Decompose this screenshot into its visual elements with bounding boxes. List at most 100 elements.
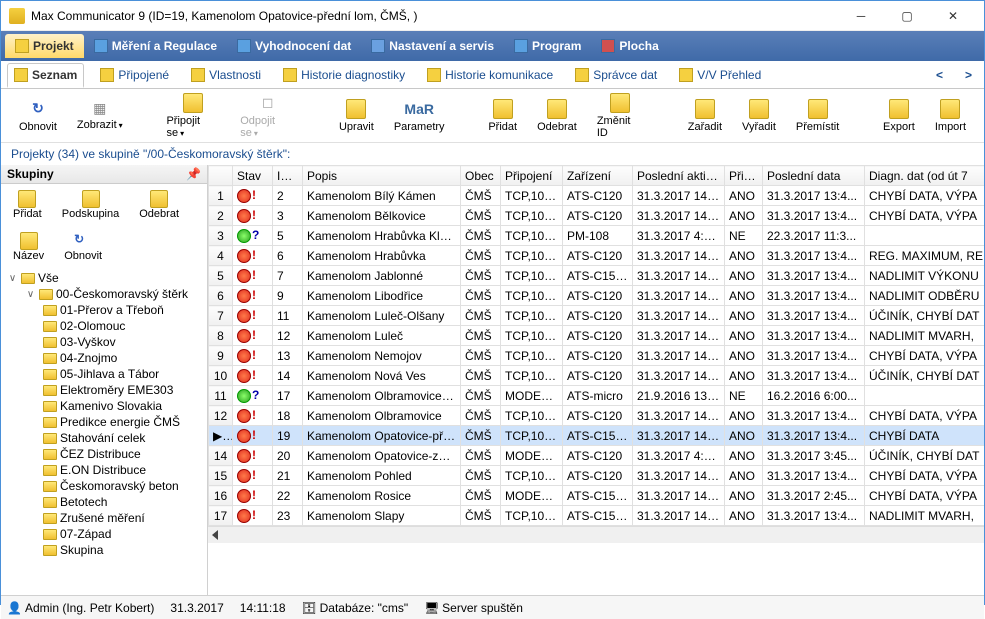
table-row[interactable]: 14!20Kamenolom Opatovice-zadní...ČMŠMODE… — [209, 446, 985, 466]
tree-item[interactable]: Českomoravský beton — [3, 478, 205, 494]
nav-prev[interactable]: < — [930, 68, 949, 82]
btn-zaradit[interactable]: Zařadit — [678, 97, 732, 135]
btn-vyradit[interactable]: Vyřadit — [732, 97, 786, 135]
status-face-icon — [237, 369, 251, 383]
tree-item[interactable]: 02-Olomouc — [3, 318, 205, 334]
tree-item[interactable]: Zrušené měření — [3, 510, 205, 526]
db-icon: 🗄 — [302, 601, 316, 615]
btn-upravit[interactable]: Upravit — [329, 97, 384, 135]
tree-item[interactable]: Betotech — [3, 494, 205, 510]
tab-vv[interactable]: V/V Přehled — [673, 64, 767, 86]
minimize-button[interactable]: ─ — [838, 1, 884, 31]
tab-seznam[interactable]: Seznam — [7, 63, 84, 88]
col-popis[interactable]: Popis — [303, 166, 461, 186]
btn-odebrat[interactable]: Odebrat — [527, 97, 587, 135]
table-row[interactable]: 1!2Kamenolom Bílý KámenČMŠTCP,10.2...ATS… — [209, 186, 985, 206]
tree-item[interactable]: 07-Západ — [3, 526, 205, 542]
folder-icon — [43, 465, 57, 476]
id-icon — [610, 93, 630, 113]
projects-label: Projekty (34) ve skupině "/00-Českomorav… — [1, 143, 984, 165]
btn-zmenit[interactable]: Změnit ID — [587, 91, 654, 141]
status-face-icon — [237, 249, 251, 263]
table-row[interactable]: 12!18Kamenolom OlbramoviceČMŠTCP,10.7...… — [209, 406, 985, 426]
side-btn-obnovit[interactable]: Obnovit — [56, 230, 110, 264]
side-btn-podskupina[interactable]: Podskupina — [54, 188, 128, 222]
table-row[interactable]: 6!9Kamenolom LibodřiceČMŠTCP,10.2...ATS-… — [209, 286, 985, 306]
table-row[interactable]: 16!22Kamenolom RosiceČMŠMODEM,0...ATS-C1… — [209, 486, 985, 506]
tree-item[interactable]: E.ON Distribuce — [3, 462, 205, 478]
scroll-left-icon[interactable] — [212, 530, 218, 540]
btn-obnovit[interactable]: Obnovit — [9, 97, 67, 135]
btn-parametry[interactable]: MaRParametry — [384, 97, 455, 135]
folder-icon — [43, 401, 57, 412]
tab-pripojene[interactable]: Připojené — [94, 64, 175, 86]
btn-export[interactable]: Export — [873, 97, 925, 135]
btn-premistit[interactable]: Přemístit — [786, 97, 849, 135]
table-row[interactable]: 8!12Kamenolom LulečČMŠTCP,10.2...ATS-C12… — [209, 326, 985, 346]
data-grid[interactable]: Stav ID ▼ Popis Obec Připojení Zařízení … — [208, 165, 984, 595]
col-id[interactable]: ID ▼ — [273, 166, 303, 186]
doc-icon — [427, 68, 441, 82]
col-data[interactable]: Poslední data — [763, 166, 865, 186]
tab-historie-diag[interactable]: Historie diagnostiky — [277, 64, 411, 86]
table-row[interactable]: 5!7Kamenolom JablonnéČMŠTCP,10.2...ATS-C… — [209, 266, 985, 286]
tab-spravce[interactable]: Správce dat — [569, 64, 663, 86]
menu-plocha[interactable]: Plocha — [591, 34, 668, 58]
table-row[interactable]: 15!21Kamenolom PohledČMŠTCP,10.2...ATS-C… — [209, 466, 985, 486]
btn-pridat[interactable]: Přidat — [478, 97, 527, 135]
bars-icon — [514, 39, 528, 53]
tab-vlastnosti[interactable]: Vlastnosti — [185, 64, 267, 86]
side-btn-odebrat[interactable]: Odebrat — [131, 188, 187, 222]
tab-historie-kom[interactable]: Historie komunikace — [421, 64, 559, 86]
tree-item[interactable]: ∨Vše — [3, 270, 205, 286]
tree-item[interactable]: Predikce energie ČMŠ — [3, 414, 205, 430]
table-row[interactable]: 10!14Kamenolom Nová VesČMŠTCP,10.2...ATS… — [209, 366, 985, 386]
btn-pripojit[interactable]: Připojit se — [156, 91, 230, 141]
close-button[interactable]: ✕ — [930, 1, 976, 31]
doc-icon — [283, 68, 297, 82]
col-pripojeni[interactable]: Připojení — [501, 166, 563, 186]
menu-program[interactable]: Program — [504, 34, 591, 58]
tree-item[interactable]: ∨00-Českomoravský štěrk — [3, 286, 205, 302]
tree-item[interactable]: 04-Znojmo — [3, 350, 205, 366]
col-zarizeni[interactable]: Zařízení — [563, 166, 633, 186]
tree-item[interactable]: ČEZ Distribuce — [3, 446, 205, 462]
tree-item[interactable]: Stahování celek — [3, 430, 205, 446]
table-row[interactable]: ▶ 13!19Kamenolom Opatovice-před...ČMŠTCP… — [209, 426, 985, 446]
nav-next[interactable]: > — [959, 68, 978, 82]
table-row[interactable]: 9!13Kamenolom NemojovČMŠTCP,10.2...ATS-C… — [209, 346, 985, 366]
btn-odpojit[interactable]: ◻Odpojit se — [230, 91, 305, 141]
side-btn-nazev[interactable]: Název — [5, 230, 52, 264]
tree-item[interactable]: 03-Vyškov — [3, 334, 205, 350]
col-diag[interactable]: Diagn. dat (od út 7 — [865, 166, 985, 186]
tree-item[interactable]: Skupina — [3, 542, 205, 558]
tree-item[interactable]: 05-Jihlava a Tábor — [3, 366, 205, 382]
tree-item[interactable]: Elektroměry EME303 — [3, 382, 205, 398]
menu-mereni[interactable]: Měření a Regulace — [84, 34, 227, 58]
toolbar: Obnovit Zobrazit Připojit se ◻Odpojit se… — [1, 89, 984, 143]
tree-item[interactable]: 01-Přerov a Třeboň — [3, 302, 205, 318]
maximize-button[interactable]: ▢ — [884, 1, 930, 31]
table-row[interactable]: 3?5Kamenolom Hrabůvka Klokoč...ČMŠTCP,10… — [209, 226, 985, 246]
menu-vyhodnoceni[interactable]: Vyhodnocení dat — [227, 34, 361, 58]
table-row[interactable]: 7!11Kamenolom Luleč-OlšanyČMŠTCP,10.2...… — [209, 306, 985, 326]
refresh-icon — [74, 232, 92, 250]
side-btn-pridat[interactable]: Přidat — [5, 188, 50, 222]
sidepanel: Skupiny 📌 Přidat Podskupina Odebrat Náze… — [1, 165, 208, 595]
pin-icon[interactable]: 📌 — [186, 167, 201, 181]
tree[interactable]: ∨Vše∨00-Českomoravský štěrk01-Přerov a T… — [1, 268, 207, 595]
table-row[interactable]: 17!23Kamenolom SlapyČMŠTCP,10.2...ATS-C1… — [209, 506, 985, 526]
btn-import[interactable]: Import — [925, 97, 976, 135]
col-stav[interactable]: Stav — [233, 166, 273, 186]
tree-item[interactable]: Kamenivo Slovakia — [3, 398, 205, 414]
table-row[interactable]: 2!3Kamenolom BělkoviceČMŠTCP,10.2...ATS-… — [209, 206, 985, 226]
col-obec[interactable]: Obec — [461, 166, 501, 186]
table-row[interactable]: 11?17Kamenolom Olbramovice Vod...ČMŠMODE… — [209, 386, 985, 406]
btn-zobrazit[interactable]: Zobrazit — [67, 98, 133, 133]
menu-projekt[interactable]: Projekt — [5, 34, 84, 58]
table-row[interactable]: 4!6Kamenolom HrabůvkaČMŠTCP,10.2...ATS-C… — [209, 246, 985, 266]
hscrollbar[interactable] — [208, 526, 984, 543]
col-prip2[interactable]: Přip... — [725, 166, 763, 186]
col-aktivace[interactable]: Poslední aktivace — [633, 166, 725, 186]
menu-nastaveni[interactable]: Nastavení a servis — [361, 34, 504, 58]
